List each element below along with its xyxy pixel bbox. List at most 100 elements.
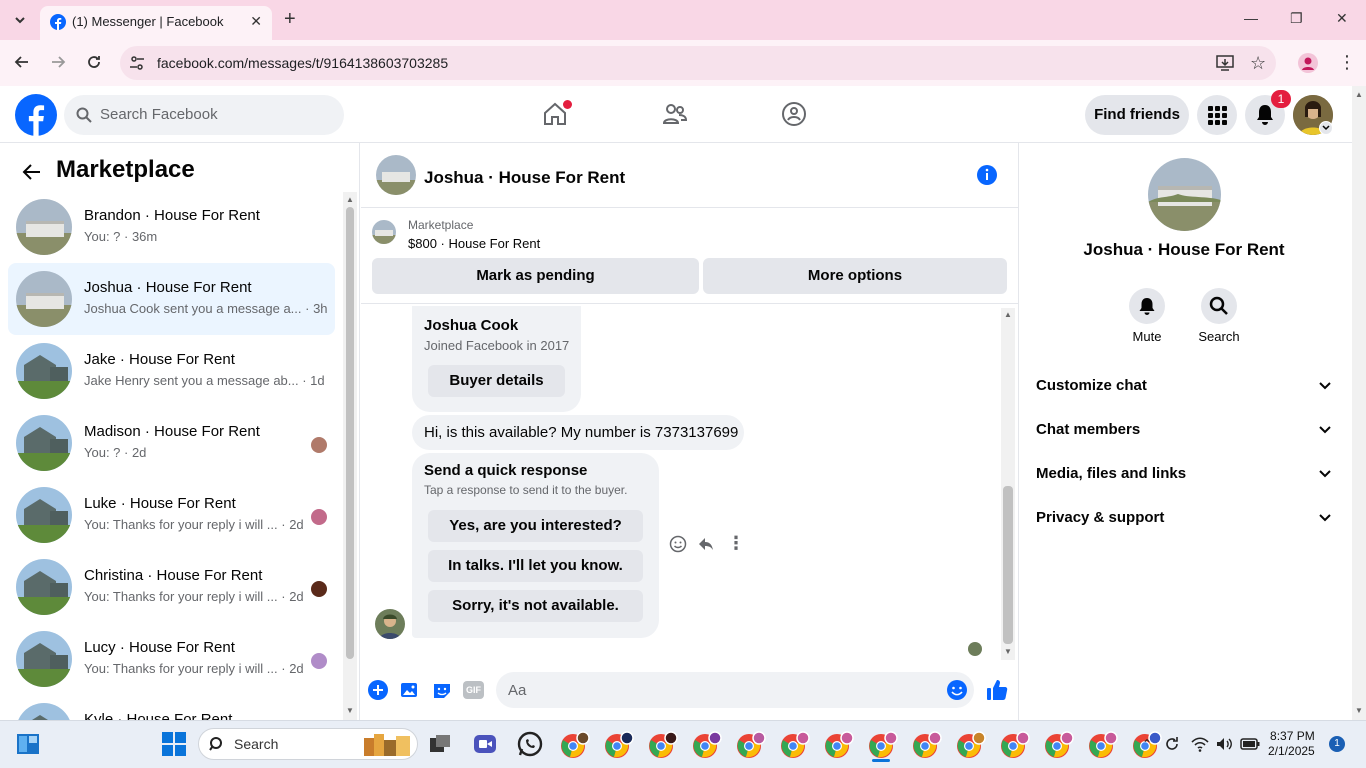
widgets-icon[interactable] — [16, 732, 40, 756]
quick-response-button[interactable]: In talks. I'll let you know. — [428, 550, 643, 582]
browser-menu-icon[interactable]: ⋮ — [1338, 52, 1356, 73]
friends-icon[interactable] — [662, 101, 688, 127]
install-app-icon[interactable] — [1216, 54, 1234, 72]
scroll-up-icon[interactable]: ▲ — [346, 195, 354, 204]
back-arrow-icon[interactable] — [22, 162, 42, 182]
like-icon[interactable] — [985, 678, 1009, 702]
tab-close-icon[interactable]: ✕ — [250, 13, 262, 30]
back-icon[interactable] — [14, 54, 30, 70]
system-clock[interactable]: 8:37 PM 2/1/2025 — [1268, 729, 1315, 759]
menu-button[interactable] — [1197, 95, 1237, 135]
url-text[interactable]: facebook.com/messages/t/9164138603703285 — [157, 55, 448, 71]
chrome-profile-icon[interactable] — [604, 731, 634, 758]
chat-scrollbar-thumb[interactable] — [1003, 486, 1013, 644]
chrome-profile-icon[interactable] — [780, 731, 810, 758]
page-scrollbar[interactable] — [1352, 86, 1366, 720]
new-tab-icon[interactable]: + — [284, 8, 296, 31]
conversation-item-jake[interactable]: Jake · House For Rent Jake Henry sent yo… — [8, 335, 335, 407]
maximize-icon[interactable]: ❐ — [1290, 10, 1303, 27]
search-in-chat-button[interactable] — [1201, 288, 1237, 324]
chrome-profile-icon[interactable] — [956, 731, 986, 758]
conversation-item-joshua[interactable]: Joshua · House For Rent Joshua Cook sent… — [8, 263, 335, 335]
conversation-name: Joshua · House For Rent — [84, 279, 252, 296]
customize-chat-section[interactable]: Customize chat — [1036, 377, 1336, 394]
chrome-profile-icon[interactable] — [1044, 731, 1074, 758]
message-input[interactable]: Aa — [496, 672, 974, 708]
facebook-search-input[interactable]: Search Facebook — [64, 95, 344, 135]
chat-title[interactable]: Joshua · House For Rent — [424, 168, 625, 188]
info-icon[interactable] — [976, 164, 998, 186]
facebook-logo-icon[interactable] — [15, 94, 57, 136]
find-friends-button[interactable]: Find friends — [1085, 95, 1189, 135]
privacy-support-section[interactable]: Privacy & support — [1036, 509, 1336, 526]
mute-button[interactable] — [1129, 288, 1165, 324]
forward-icon[interactable] — [50, 54, 66, 70]
conversation-item-madison[interactable]: Madison · House For Rent You: ? · 2d — [8, 407, 335, 479]
emoji-icon[interactable] — [946, 679, 968, 701]
page-scroll-up-icon[interactable]: ▲ — [1355, 90, 1363, 99]
groups-icon[interactable] — [781, 101, 807, 127]
scroll-down-icon[interactable]: ▼ — [346, 706, 354, 715]
mark-as-pending-button[interactable]: Mark as pending — [372, 258, 699, 294]
volume-icon[interactable] — [1215, 735, 1233, 753]
site-settings-icon[interactable] — [128, 54, 146, 72]
browser-tab[interactable]: (1) Messenger | Facebook ✕ — [40, 6, 272, 40]
window-close-icon[interactable]: ✕ — [1336, 10, 1348, 27]
wifi-icon[interactable] — [1191, 735, 1209, 753]
chat-scroll-up-icon[interactable]: ▲ — [1004, 310, 1012, 319]
quick-response-button[interactable]: Sorry, it's not available. — [428, 590, 643, 622]
chat-avatar[interactable] — [376, 155, 416, 195]
whatsapp-icon[interactable] — [517, 731, 543, 757]
chrome-profile-icon[interactable] — [1000, 731, 1030, 758]
chat-scroll-down-icon[interactable]: ▼ — [1004, 647, 1012, 656]
chrome-profile-icon[interactable] — [736, 731, 766, 758]
photo-icon[interactable] — [400, 680, 420, 700]
left-scrollbar-thumb[interactable] — [346, 207, 354, 659]
chat-members-section[interactable]: Chat members — [1036, 421, 1336, 438]
conversation-item-brandon[interactable]: Brandon · House For Rent You: ? · 36m — [8, 191, 335, 263]
conversation-item-luke[interactable]: Luke · House For Rent You: Thanks for yo… — [8, 479, 335, 551]
chrome-profile-icon[interactable] — [824, 731, 854, 758]
reload-icon[interactable] — [86, 54, 102, 70]
conversation-item-lucy[interactable]: Lucy · House For Rent You: Thanks for yo… — [8, 623, 335, 695]
buyer-details-button[interactable]: Buyer details — [428, 365, 565, 397]
more-actions-icon[interactable]: ⋮ — [727, 533, 745, 554]
chrome-profile-icon[interactable] — [692, 731, 722, 758]
gif-icon[interactable]: GIF — [463, 681, 484, 699]
details-avatar[interactable] — [1148, 158, 1221, 231]
account-chevron-icon[interactable] — [1319, 121, 1333, 135]
chrome-profile-icon[interactable] — [560, 731, 590, 758]
conversation-name: Kyle · House For Rent — [84, 711, 233, 720]
media-files-links-section[interactable]: Media, files and links — [1036, 465, 1336, 482]
battery-icon[interactable] — [1240, 736, 1260, 752]
sender-avatar[interactable] — [375, 609, 405, 639]
search-label: Search — [1198, 329, 1240, 344]
notification-center-badge[interactable]: 1 — [1329, 736, 1345, 752]
conversation-item-kyle[interactable]: Kyle · House For Rent — [8, 695, 335, 720]
react-icon[interactable] — [669, 535, 687, 553]
more-options-button[interactable]: More options — [703, 258, 1007, 294]
sync-icon[interactable] — [1163, 735, 1181, 753]
quick-response-button[interactable]: Yes, are you interested? — [428, 510, 643, 542]
chrome-profile-icon[interactable] — [648, 731, 678, 758]
add-icon[interactable] — [368, 680, 388, 700]
tab-search-icon[interactable] — [12, 12, 28, 28]
quick-response-subtitle: Tap a response to send it to the buyer. — [424, 483, 628, 497]
conversation-item-christina[interactable]: Christina · House For Rent You: Thanks f… — [8, 551, 335, 623]
chrome-profile-icon[interactable] — [1088, 731, 1118, 758]
message-bubble[interactable]: Hi, is this available? My number is 7373… — [412, 415, 744, 450]
profile-icon[interactable] — [1298, 53, 1318, 73]
bookmark-star-icon[interactable]: ☆ — [1250, 53, 1266, 74]
page-scroll-down-icon[interactable]: ▼ — [1355, 706, 1363, 715]
reply-icon[interactable] — [697, 535, 715, 553]
show-hidden-icons[interactable]: ⌃ — [1142, 737, 1152, 751]
search-highlight-icon[interactable] — [362, 728, 416, 760]
sticker-icon[interactable] — [432, 680, 452, 700]
chrome-profile-icon[interactable] — [912, 731, 942, 758]
task-view-icon[interactable] — [429, 733, 451, 755]
start-icon[interactable] — [162, 732, 186, 756]
listing-price[interactable]: $800 · House For Rent — [408, 236, 540, 251]
video-app-icon[interactable] — [473, 732, 497, 756]
minimize-icon[interactable]: — — [1244, 10, 1258, 26]
chrome-profile-icon[interactable] — [868, 731, 898, 758]
